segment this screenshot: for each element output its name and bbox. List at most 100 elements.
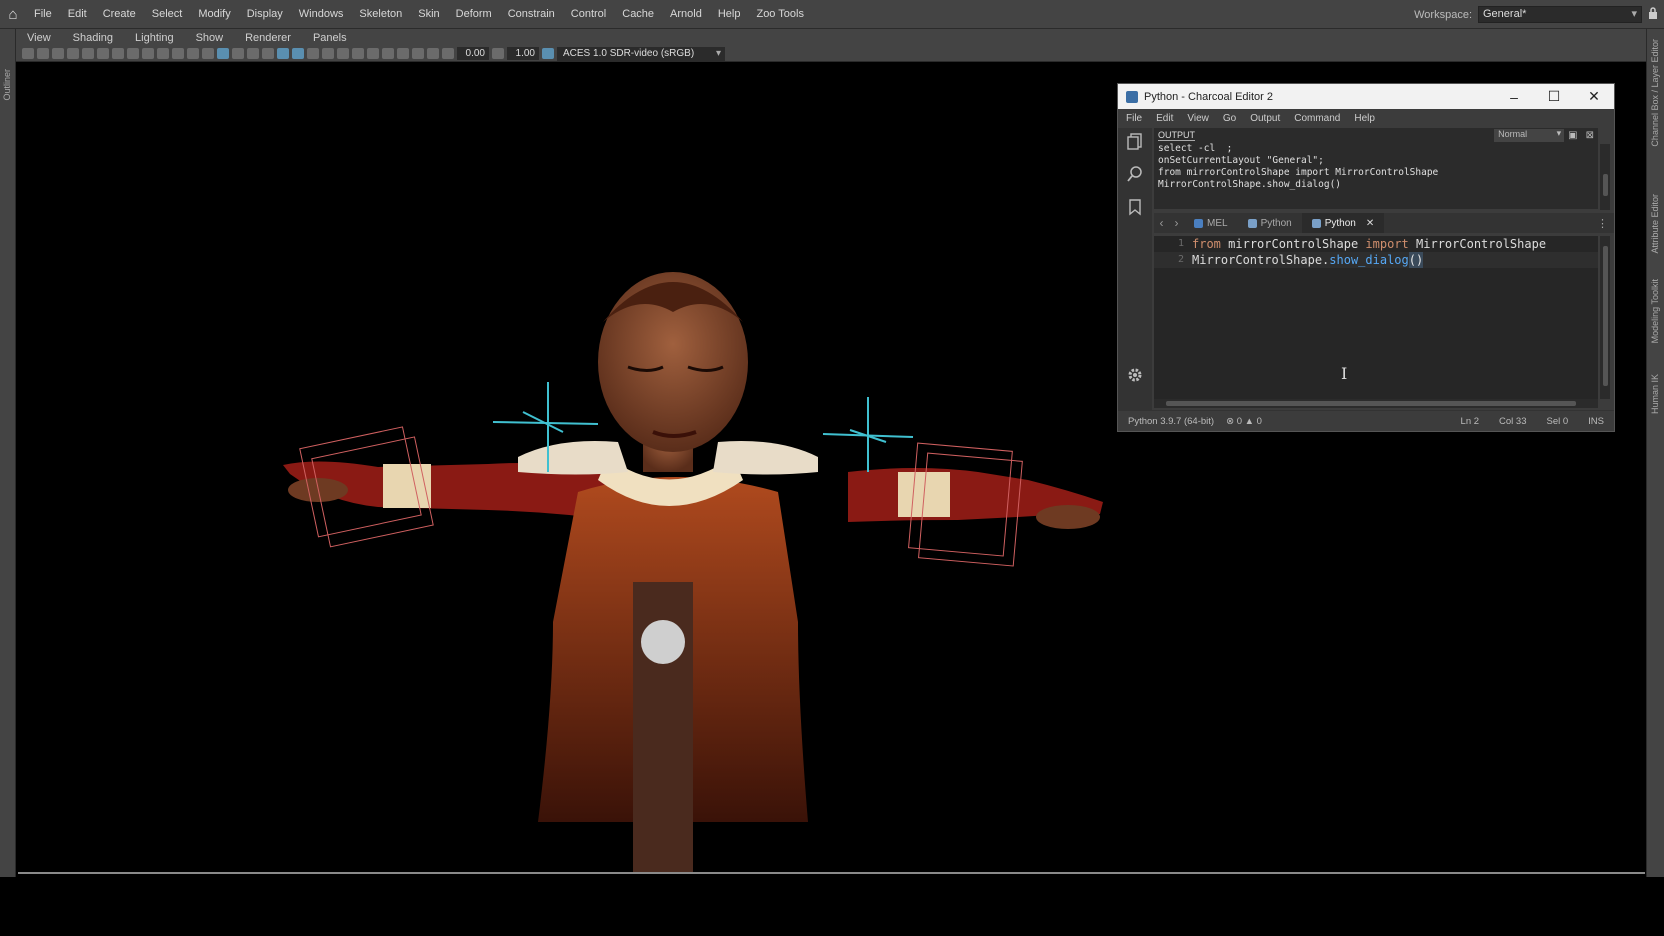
color-management-icon[interactable]	[542, 48, 554, 59]
frame-all-icon[interactable]	[412, 48, 424, 59]
error-count[interactable]: ⊗ 0 ▲ 0	[1226, 416, 1262, 427]
chevron-left-icon[interactable]: ‹	[1154, 216, 1169, 230]
grid-icon[interactable]	[97, 48, 109, 59]
gear-icon[interactable]	[1126, 366, 1144, 384]
lock-icon[interactable]	[1648, 7, 1658, 19]
tab-mel[interactable]: MEL	[1184, 213, 1238, 233]
panel-menu-shading[interactable]: Shading	[62, 32, 124, 44]
wireframe-icon[interactable]	[202, 48, 214, 59]
wireframe-on-shaded-icon[interactable]	[277, 48, 289, 59]
textured-icon[interactable]	[232, 48, 244, 59]
depth-of-field-icon[interactable]	[367, 48, 379, 59]
shadows-icon[interactable]	[262, 48, 274, 59]
smooth-shade-icon[interactable]	[217, 48, 229, 59]
gamma-field[interactable]: 1.00	[507, 47, 539, 60]
ambient-occlusion-icon[interactable]	[322, 48, 334, 59]
panel-menu-view[interactable]: View	[16, 32, 62, 44]
grease-pencil-icon[interactable]	[82, 48, 94, 59]
editor-menu-file[interactable]: File	[1126, 113, 1154, 124]
exposure-icon[interactable]	[442, 48, 454, 59]
tab-python-2[interactable]: Python ✕	[1301, 213, 1385, 233]
close-icon[interactable]: ✕	[1574, 84, 1614, 109]
code-editor[interactable]: 1 from mirrorControlShape import MirrorC…	[1154, 236, 1598, 399]
files-icon[interactable]	[1126, 132, 1144, 150]
editor-menu-command[interactable]: Command	[1294, 113, 1352, 124]
menu-skeleton[interactable]: Skeleton	[351, 8, 410, 20]
editor-menu-go[interactable]: Go	[1223, 113, 1248, 124]
save-output-icon[interactable]: ▣	[1568, 130, 1577, 141]
maximize-icon[interactable]: ☐	[1534, 84, 1574, 109]
bookmark-icon[interactable]	[52, 48, 64, 59]
minimize-icon[interactable]: –	[1494, 84, 1534, 109]
panel-menu-renderer[interactable]: Renderer	[234, 32, 302, 44]
panel-menu-lighting[interactable]: Lighting	[124, 32, 185, 44]
exposure-field[interactable]: 0.00	[457, 47, 489, 60]
clear-output-icon[interactable]: ⊠	[1586, 130, 1594, 141]
color-space-dropdown[interactable]: ACES 1.0 SDR-video (sRGB) ▾	[557, 46, 725, 61]
menu-help[interactable]: Help	[710, 8, 749, 20]
image-plane-icon[interactable]	[67, 48, 79, 59]
right-shoulder-control[interactable]	[822, 397, 914, 472]
output-panel[interactable]: OUTPUT Normal ▾ ▣ ⊠ select -cl ; onSetCu…	[1154, 128, 1598, 209]
menu-arnold[interactable]: Arnold	[662, 8, 710, 20]
more-options-icon[interactable]: ⋮	[1597, 217, 1608, 230]
workspace-dropdown[interactable]: General* ▾	[1478, 6, 1642, 23]
frame-selection-icon[interactable]	[427, 48, 439, 59]
anti-aliasing-icon[interactable]	[352, 48, 364, 59]
outliner-tab[interactable]: Outliner	[2, 69, 12, 101]
code-scrollbar[interactable]	[1600, 236, 1610, 399]
close-tab-icon[interactable]: ✕	[1366, 218, 1374, 229]
menu-skin[interactable]: Skin	[410, 8, 447, 20]
editor-menu-output[interactable]: Output	[1250, 113, 1292, 124]
menu-windows[interactable]: Windows	[291, 8, 352, 20]
tab-modeling-toolkit[interactable]: Modeling Toolkit	[1650, 279, 1660, 343]
tab-attribute-editor[interactable]: Attribute Editor	[1650, 194, 1660, 254]
xray-icon[interactable]	[292, 48, 304, 59]
tab-human-ik[interactable]: Human IK	[1650, 374, 1660, 414]
menu-cache[interactable]: Cache	[614, 8, 662, 20]
editor-menu-help[interactable]: Help	[1354, 113, 1387, 124]
motion-blur-icon[interactable]	[337, 48, 349, 59]
resolution-gate-icon[interactable]	[127, 48, 139, 59]
field-chart-icon[interactable]	[157, 48, 169, 59]
output-scroll-thumb[interactable]	[1603, 174, 1608, 196]
isolate-select-icon[interactable]	[382, 48, 394, 59]
menu-edit[interactable]: Edit	[60, 8, 95, 20]
search-icon[interactable]	[1126, 165, 1144, 183]
safe-action-icon[interactable]	[172, 48, 184, 59]
editor-menu-view[interactable]: View	[1187, 113, 1221, 124]
gamma-icon[interactable]	[492, 48, 504, 59]
panel-menu-show[interactable]: Show	[185, 32, 235, 44]
lights-icon[interactable]	[247, 48, 259, 59]
menu-deform[interactable]: Deform	[448, 8, 500, 20]
bookmark-icon[interactable]	[1126, 198, 1144, 216]
output-filter-dropdown[interactable]: Normal ▾	[1494, 128, 1565, 142]
menu-select[interactable]: Select	[144, 8, 191, 20]
xray-joints-icon[interactable]	[307, 48, 319, 59]
code-horizontal-scrollbar[interactable]	[1154, 399, 1598, 408]
panel-menu-panels[interactable]: Panels	[302, 32, 358, 44]
tab-python-1[interactable]: Python	[1238, 213, 1302, 233]
editor-menu-edit[interactable]: Edit	[1156, 113, 1185, 124]
menu-control[interactable]: Control	[563, 8, 614, 20]
code-scroll-thumb[interactable]	[1603, 246, 1608, 386]
camera-attributes-icon[interactable]	[37, 48, 49, 59]
menu-file[interactable]: File	[26, 8, 60, 20]
editor-title-bar[interactable]: Python - Charcoal Editor 2 – ☐ ✕	[1118, 84, 1614, 109]
hud-icon[interactable]	[397, 48, 409, 59]
output-scrollbar[interactable]	[1600, 144, 1610, 210]
menu-zoo-tools[interactable]: Zoo Tools	[748, 8, 812, 20]
safe-title-icon[interactable]	[187, 48, 199, 59]
gate-mask-icon[interactable]	[142, 48, 154, 59]
error-icon: ⊗	[1226, 415, 1235, 427]
menu-create[interactable]: Create	[95, 8, 144, 20]
menu-modify[interactable]: Modify	[190, 8, 238, 20]
code-hscroll-thumb[interactable]	[1166, 401, 1576, 406]
home-icon[interactable]: ⌂	[0, 0, 26, 29]
menu-constrain[interactable]: Constrain	[500, 8, 563, 20]
camera-select-icon[interactable]	[22, 48, 34, 59]
menu-display[interactable]: Display	[239, 8, 291, 20]
film-gate-icon[interactable]	[112, 48, 124, 59]
chevron-right-icon[interactable]: ›	[1169, 216, 1184, 230]
tab-channel-box[interactable]: Channel Box / Layer Editor	[1650, 39, 1660, 147]
